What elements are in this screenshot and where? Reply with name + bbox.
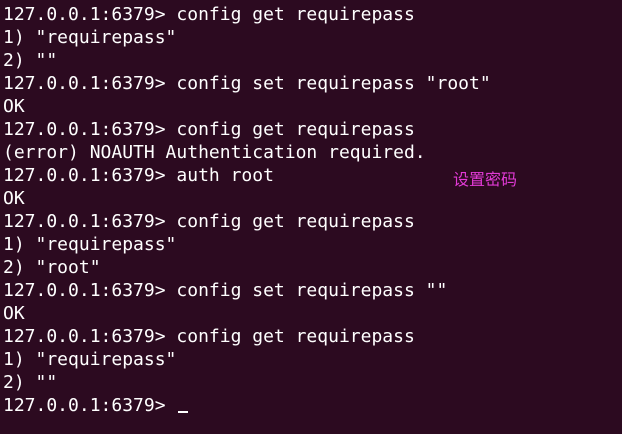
text-cursor	[178, 411, 189, 413]
annotation-label: 设置密码	[453, 170, 518, 189]
terminal-line: 127.0.0.1:6379> config get requirepass	[3, 119, 415, 140]
terminal-line: 127.0.0.1:6379> auth root	[3, 165, 274, 186]
top-edge-mark: '	[597, 0, 608, 12]
terminal-line: OK	[3, 188, 25, 209]
terminal-line: 127.0.0.1:6379> config get requirepass	[3, 326, 415, 347]
terminal-line: (error) NOAUTH Authentication required.	[3, 142, 426, 163]
terminal-line: 1) "requirepass"	[3, 234, 177, 255]
terminal-line: 2) ""	[3, 50, 58, 71]
terminal-line: 2) ""	[3, 372, 58, 393]
terminal-line: 1) "requirepass"	[3, 27, 177, 48]
terminal-line: 1) "requirepass"	[3, 349, 177, 370]
terminal-line: 127.0.0.1:6379> config get requirepass	[3, 211, 415, 232]
terminal-line: 127.0.0.1:6379> config set requirepass "…	[3, 280, 448, 301]
terminal-line: 127.0.0.1:6379> config set requirepass "…	[3, 73, 491, 94]
terminal-line: OK	[3, 303, 25, 324]
terminal-prompt: 127.0.0.1:6379>	[3, 395, 177, 416]
terminal-line: 127.0.0.1:6379> config get requirepass	[3, 4, 415, 25]
terminal-input-line[interactable]: 127.0.0.1:6379>	[3, 394, 622, 417]
terminal-window[interactable]: ' 127.0.0.1:6379> config get requirepass…	[0, 0, 622, 434]
terminal-line: 2) "root"	[3, 257, 101, 278]
terminal-line: OK	[3, 96, 25, 117]
